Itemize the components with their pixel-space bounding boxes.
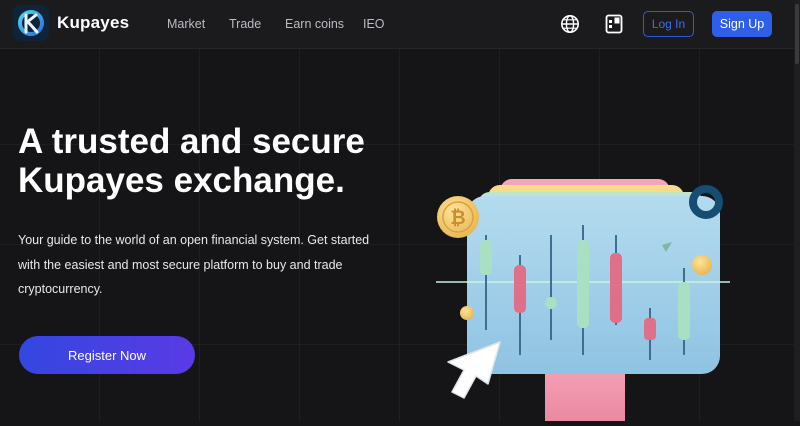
hero-subtitle-line: Your guide to the world of an open finan… xyxy=(18,233,370,247)
candle xyxy=(545,297,557,309)
login-button[interactable]: Log In xyxy=(643,11,694,37)
hero-title-line: A trusted and secure xyxy=(18,122,365,161)
scrollbar-thumb[interactable] xyxy=(795,4,799,64)
nav-ieo[interactable]: IEO xyxy=(363,17,385,31)
candle xyxy=(577,240,589,328)
candle xyxy=(610,253,622,323)
candle xyxy=(480,240,492,275)
hero-title: A trusted and secure Kupayes exchange. xyxy=(18,122,438,200)
nav-market[interactable]: Market xyxy=(167,17,205,31)
candle xyxy=(514,265,526,313)
nav-earn-coins[interactable]: Earn coins xyxy=(285,17,344,31)
hero-subtitle-line: with the easiest and most secure platfor… xyxy=(18,257,343,272)
hero-title-line: Kupayes exchange. xyxy=(18,161,345,200)
trading-chart-illustration: ₿ xyxy=(430,170,740,421)
candle xyxy=(678,282,690,340)
signup-button[interactable]: Sign Up xyxy=(712,11,772,37)
register-now-button[interactable]: Register Now xyxy=(19,336,195,374)
globe-icon[interactable] xyxy=(559,13,581,35)
nav-trade[interactable]: Trade xyxy=(229,17,261,31)
svg-text:₿: ₿ xyxy=(450,207,465,229)
scrollbar-track[interactable] xyxy=(794,0,800,421)
hero-subtitle-line: cryptocurrency. xyxy=(18,282,103,296)
top-navbar: Kupayes Market Trade Earn coins IEO Log … xyxy=(0,0,800,49)
download-app-icon[interactable] xyxy=(603,13,625,35)
logo-icon[interactable] xyxy=(13,5,49,41)
candle xyxy=(644,318,656,340)
hero-subtitle: Your guide to the world of an open finan… xyxy=(18,228,378,302)
brand-name[interactable]: Kupayes xyxy=(57,13,129,33)
